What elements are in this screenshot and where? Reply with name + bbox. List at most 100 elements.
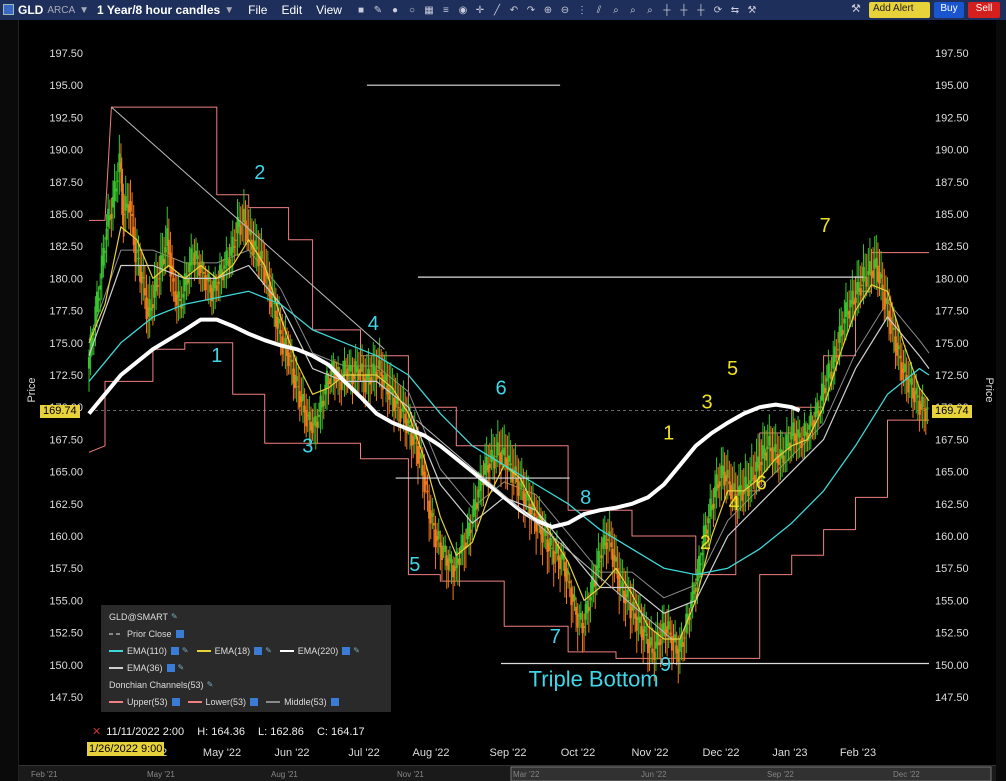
wave-annotation: 6: [495, 377, 506, 399]
left-tool-strip[interactable]: [0, 20, 19, 781]
trend-line-icon[interactable]: ╱: [492, 5, 502, 16]
redo-icon[interactable]: ↷: [526, 5, 536, 16]
candle-body: [137, 257, 140, 260]
buy-button[interactable]: Buy: [934, 2, 964, 18]
ema220-checkbox[interactable]: [342, 646, 351, 655]
y-tick-left: 177.50: [49, 306, 83, 318]
upper-checkbox[interactable]: [171, 697, 180, 706]
prior-close-swatch: [109, 632, 123, 635]
candle-body: [317, 414, 320, 417]
y-tick-right: 162.50: [935, 499, 969, 511]
undo-icon[interactable]: ↶: [509, 5, 519, 16]
bars-wide-icon[interactable]: ┼: [696, 5, 706, 16]
candle-body: [488, 463, 491, 469]
y-tick-right: 165.00: [935, 467, 969, 479]
refresh-icon[interactable]: ⟳: [713, 5, 723, 16]
nav-window-handle[interactable]: [510, 766, 992, 781]
candle-body: [99, 285, 102, 290]
ema18-pin-icon[interactable]: ✎: [265, 646, 272, 655]
menu-edit[interactable]: Edit: [281, 3, 302, 17]
donchian-pin-icon[interactable]: ✎: [207, 680, 214, 689]
crosshair-icon[interactable]: ✛: [475, 5, 485, 16]
symbol-dropdown-icon[interactable]: ▼: [79, 5, 89, 16]
grid-icon[interactable]: ▦: [424, 5, 434, 16]
add-alert-button[interactable]: Add Alert: [869, 2, 930, 18]
legend-lower: Lower(53): [205, 696, 247, 707]
candle-body: [142, 277, 145, 279]
zoom-in-icon[interactable]: ⊕: [543, 5, 553, 16]
wrench-icon[interactable]: ⚒: [747, 5, 757, 16]
y-axis-label-left: Price: [26, 377, 38, 402]
indicator-legend: GLD@SMART ✎ Prior Close EMA(110) ✎ EMA(18)…: [101, 605, 391, 712]
candle-body: [897, 345, 900, 350]
y-tick-left: 162.50: [49, 499, 83, 511]
magnify-plus-icon[interactable]: ⌕: [628, 5, 638, 16]
candle-body: [589, 597, 592, 601]
close-readout-icon[interactable]: ✕: [92, 726, 101, 738]
y-tick-right: 185.00: [935, 209, 969, 221]
candle-body: [260, 250, 263, 260]
x-tick-label: Jan '23: [772, 747, 807, 759]
wave-annotation: 6: [756, 473, 767, 495]
menu-file[interactable]: File: [248, 3, 267, 17]
candle-body: [568, 581, 571, 584]
candle-body: [801, 437, 804, 441]
candle-body: [278, 318, 281, 324]
circle-outline-icon[interactable]: ○: [407, 5, 417, 16]
drawing-icon[interactable]: ✎: [373, 5, 383, 16]
candle-body: [916, 395, 919, 398]
magnify-icon[interactable]: ⌕: [611, 5, 621, 16]
candle-body: [581, 622, 584, 634]
candle-body: [468, 522, 471, 536]
candle-body: [533, 513, 536, 516]
zoom-out-icon[interactable]: ⊖: [560, 5, 570, 16]
navigator-strip[interactable]: Feb '21May '21Aug '21Nov '21Mar '22Jun '…: [19, 765, 996, 781]
ema36-pin-icon[interactable]: ✎: [178, 663, 185, 672]
ema18-checkbox[interactable]: [254, 646, 263, 655]
candle-body: [659, 639, 662, 645]
ema110-pin-icon[interactable]: ✎: [182, 646, 189, 655]
fib-icon[interactable]: ⋮: [577, 5, 587, 16]
lines-icon[interactable]: ≡: [441, 5, 451, 16]
sell-button[interactable]: Sell: [968, 2, 1000, 18]
ema36-checkbox[interactable]: [166, 663, 175, 672]
color-icon[interactable]: ■: [356, 5, 366, 16]
symbol-label[interactable]: GLD: [18, 3, 43, 17]
timeframe-select[interactable]: 1 Year/8 hour candles: [97, 3, 220, 17]
y-tick-left: 167.50: [49, 434, 83, 446]
candle-body: [868, 261, 871, 274]
prior-close-checkbox[interactable]: [175, 629, 184, 638]
toolbar-tools: ■ ✎ ● ○ ▦ ≡ ◉ ✛ ╱ ↶ ↷ ⊕ ⊖ ⋮ ⫽ ⌕ ⌕ ⌕ ┼ ┼ …: [356, 5, 757, 16]
candle-body: [597, 550, 600, 569]
magnify-minus-icon[interactable]: ⌕: [645, 5, 655, 16]
candle-body: [607, 539, 610, 541]
y-tick-left: 152.50: [49, 628, 83, 640]
candle-body: [904, 363, 907, 372]
right-scrollbar[interactable]: [996, 20, 1006, 781]
candle-body: [88, 357, 90, 369]
link-icon[interactable]: ⇆: [730, 5, 740, 16]
y-tick-left: 185.00: [49, 209, 83, 221]
menu-view[interactable]: View: [316, 3, 342, 17]
circle-icon[interactable]: ●: [390, 5, 400, 16]
settings-icon[interactable]: ⚒: [851, 2, 861, 15]
middle-checkbox[interactable]: [330, 697, 339, 706]
x-tick-label: Feb '23: [840, 747, 876, 759]
candle-body: [163, 259, 166, 264]
candle-body: [110, 214, 113, 219]
candle-body: [824, 387, 827, 393]
upper-swatch: [109, 700, 123, 703]
bars-icon[interactable]: ┼: [662, 5, 672, 16]
candle-body: [290, 359, 293, 363]
timeframe-dropdown-icon[interactable]: ▼: [224, 5, 234, 16]
pitchfork-icon[interactable]: ⫽: [594, 5, 604, 16]
candle-body: [97, 297, 100, 301]
candle-body: [105, 228, 108, 240]
ema110-checkbox[interactable]: [170, 646, 179, 655]
ema220-pin-icon[interactable]: ✎: [353, 646, 360, 655]
legend-pin-icon[interactable]: ✎: [171, 612, 178, 621]
bars-alt-icon[interactable]: ┼: [679, 5, 689, 16]
target-icon[interactable]: ◉: [458, 5, 468, 16]
lower-checkbox[interactable]: [250, 697, 259, 706]
nav-tick-label: Nov '21: [397, 770, 424, 779]
